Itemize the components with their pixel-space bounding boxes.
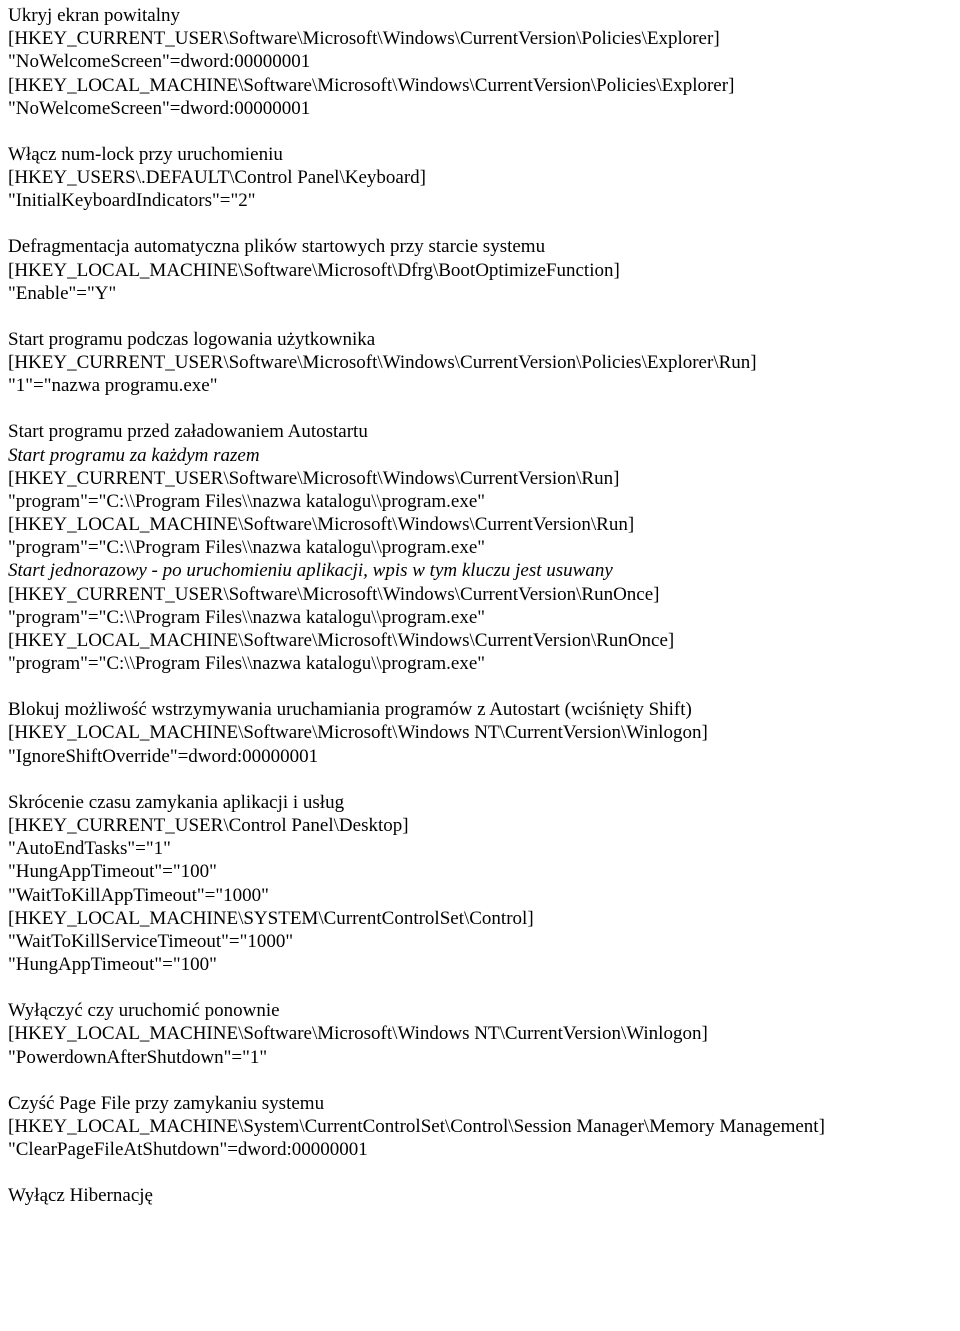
text-line: Włącz num-lock przy uruchomieniu — [8, 143, 952, 166]
text-line: "1"="nazwa programu.exe" — [8, 374, 952, 397]
text-line: "program"="C:\\Program Files\\nazwa kata… — [8, 652, 952, 675]
blank-line — [8, 1069, 952, 1092]
blank-line — [8, 768, 952, 791]
blank-line — [8, 675, 952, 698]
text-line: [HKEY_LOCAL_MACHINE\Software\Microsoft\W… — [8, 74, 952, 97]
text-line: "InitialKeyboardIndicators"="2" — [8, 189, 952, 212]
text-line: "NoWelcomeScreen"=dword:00000001 — [8, 50, 952, 73]
text-line: Start jednorazowy - po uruchomieniu apli… — [8, 559, 952, 582]
blank-line — [8, 976, 952, 999]
text-line: [HKEY_LOCAL_MACHINE\Software\Microsoft\W… — [8, 721, 952, 744]
text-line: "Enable"="Y" — [8, 282, 952, 305]
text-line: [HKEY_USERS\.DEFAULT\Control Panel\Keybo… — [8, 166, 952, 189]
blank-line — [8, 212, 952, 235]
text-line: "WaitToKillAppTimeout"="1000" — [8, 884, 952, 907]
blank-line — [8, 397, 952, 420]
document-body: Ukryj ekran powitalny[HKEY_CURRENT_USER\… — [8, 4, 952, 1207]
text-line: "HungAppTimeout"="100" — [8, 860, 952, 883]
text-line: [HKEY_LOCAL_MACHINE\SYSTEM\CurrentContro… — [8, 907, 952, 930]
blank-line — [8, 305, 952, 328]
text-line: [HKEY_CURRENT_USER\Software\Microsoft\Wi… — [8, 583, 952, 606]
text-line: [HKEY_LOCAL_MACHINE\Software\Microsoft\W… — [8, 629, 952, 652]
text-line: Defragmentacja automatyczna plików start… — [8, 235, 952, 258]
text-line: Ukryj ekran powitalny — [8, 4, 952, 27]
text-line: Start programu za każdym razem — [8, 444, 952, 467]
text-line: Wyłączyć czy uruchomić ponownie — [8, 999, 952, 1022]
text-line: "program"="C:\\Program Files\\nazwa kata… — [8, 490, 952, 513]
text-line: [HKEY_CURRENT_USER\Software\Microsoft\Wi… — [8, 351, 952, 374]
text-line: Blokuj możliwość wstrzymywania uruchamia… — [8, 698, 952, 721]
text-line: "HungAppTimeout"="100" — [8, 953, 952, 976]
text-line: Wyłącz Hibernację — [8, 1184, 952, 1207]
blank-line — [8, 120, 952, 143]
text-line: "program"="C:\\Program Files\\nazwa kata… — [8, 606, 952, 629]
text-line: [HKEY_LOCAL_MACHINE\Software\Microsoft\W… — [8, 1022, 952, 1045]
text-line: [HKEY_LOCAL_MACHINE\System\CurrentContro… — [8, 1115, 952, 1138]
text-line: "WaitToKillServiceTimeout"="1000" — [8, 930, 952, 953]
text-line: "IgnoreShiftOverride"=dword:00000001 — [8, 745, 952, 768]
text-line: Start programu podczas logowania użytkow… — [8, 328, 952, 351]
blank-line — [8, 1161, 952, 1184]
text-line: [HKEY_CURRENT_USER\Control Panel\Desktop… — [8, 814, 952, 837]
text-line: [HKEY_CURRENT_USER\Software\Microsoft\Wi… — [8, 467, 952, 490]
text-line: "program"="C:\\Program Files\\nazwa kata… — [8, 536, 952, 559]
text-line: [HKEY_LOCAL_MACHINE\Software\Microsoft\W… — [8, 513, 952, 536]
text-line: Skrócenie czasu zamykania aplikacji i us… — [8, 791, 952, 814]
text-line: "ClearPageFileAtShutdown"=dword:00000001 — [8, 1138, 952, 1161]
text-line: [HKEY_LOCAL_MACHINE\Software\Microsoft\D… — [8, 259, 952, 282]
text-line: Start programu przed załadowaniem Autost… — [8, 420, 952, 443]
text-line: Czyść Page File przy zamykaniu systemu — [8, 1092, 952, 1115]
text-line: "AutoEndTasks"="1" — [8, 837, 952, 860]
text-line: "PowerdownAfterShutdown"="1" — [8, 1046, 952, 1069]
text-line: "NoWelcomeScreen"=dword:00000001 — [8, 97, 952, 120]
text-line: [HKEY_CURRENT_USER\Software\Microsoft\Wi… — [8, 27, 952, 50]
